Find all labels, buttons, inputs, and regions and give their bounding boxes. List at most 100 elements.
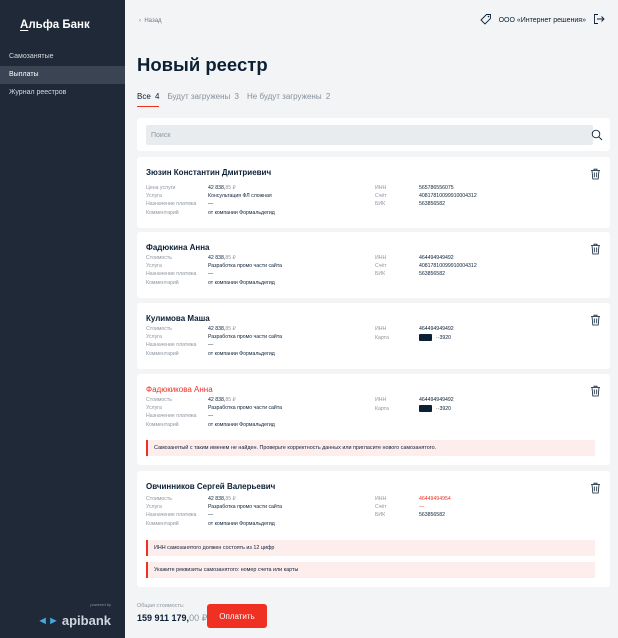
field-row: Карта ··3920 [375, 334, 454, 342]
field-label: Стоимость [146, 326, 172, 332]
tab-wont-load[interactable]: Не будут загружены 2 [247, 92, 330, 107]
account-value: 40817810099910004312 [419, 193, 477, 200]
field-row: Стоимость 42 838,85 ₽ [146, 254, 282, 262]
field-label: Комментарий [146, 350, 179, 357]
sidebar-item-registry-journal[interactable]: Журнал реестров [0, 84, 125, 102]
amount-kop: 85 ₽ [225, 326, 236, 332]
error-message: Самозанятый с таким именем не найден. Пр… [146, 440, 595, 456]
field-value: Разработка промо части сайта [208, 263, 283, 270]
tag-icon[interactable] [479, 13, 492, 27]
field-label: Назначение платежа [146, 201, 197, 208]
field-label: БИК [375, 512, 386, 519]
search-icon[interactable] [591, 128, 603, 146]
amount-value: 42 838,85 ₽ [208, 184, 236, 192]
amount-kop: 85 ₽ [225, 185, 236, 191]
card-name: Кулимова Маша [146, 314, 210, 323]
error-message: ИНН самозанятого должен состоять из 12 ц… [146, 540, 595, 556]
amount-main: 42 838, [208, 185, 226, 191]
pay-button[interactable]: Оплатить [207, 604, 267, 628]
field-label: Комментарий [146, 520, 179, 527]
inn-value: 46449494954 [419, 496, 451, 502]
card-name: Фадюкикова Анна [146, 385, 213, 394]
account-value: — [419, 504, 425, 511]
sidebar-item-payments[interactable]: Выплаты [0, 66, 125, 84]
field-value: от компании Формальдегид [208, 421, 275, 428]
bik-value: 563856582 [419, 271, 445, 278]
logout-icon[interactable] [593, 13, 605, 27]
sidebar-item-self-employed[interactable]: Самозанятые [0, 48, 125, 66]
field-label: БИК [375, 271, 386, 278]
field-label: ИНН [375, 185, 387, 191]
field-row: БИК 563856582 [375, 270, 477, 278]
field-row: ИНН 464494949492 [375, 325, 454, 333]
field-row: Назначение платежа — [146, 200, 275, 208]
field-row: Комментарий от компании Формальдегид [146, 209, 275, 217]
trash-icon[interactable] [590, 313, 601, 331]
tab-count: 4 [155, 92, 160, 101]
payment-fields: Цена услуги 42 838,85 ₽ Услуга Консультаци… [146, 184, 275, 217]
field-label: Услуга [146, 193, 162, 200]
field-label: Стоимость [146, 397, 172, 403]
field-row: Назначение платежа — [146, 511, 282, 519]
tab-label: Не будут загружены [247, 92, 322, 101]
field-label: Карта [375, 335, 389, 342]
registry-card-error: Овчинников Сергей Валерьевич Стоимость 42… [137, 471, 610, 587]
field-label: Услуга [146, 334, 162, 341]
amount-kop: 85 ₽ [225, 255, 236, 261]
field-value: — [208, 512, 214, 519]
field-row: Счёт 40817810099910004312 [375, 192, 477, 200]
field-label: Счёт [375, 504, 387, 511]
card-name: Зюзин Константин Дмитриевич [146, 168, 272, 177]
header-actions: ООО «Интернет решения» [479, 13, 605, 27]
total-label: Общая стоимость: [137, 603, 185, 609]
field-value: от компании Формальдегид [208, 279, 275, 286]
field-label: Назначение платежа [146, 342, 197, 349]
field-label: Комментарий [146, 421, 179, 428]
field-label: БИК [375, 201, 386, 208]
tab-all[interactable]: Все 4 [137, 92, 160, 107]
field-row: Цена услуги 42 838,85 ₽ [146, 184, 275, 192]
field-row: Комментарий от компании Формальдегид [146, 279, 282, 287]
requisites-fields: ИНН 464494949492 Карта ··3920 [375, 325, 454, 342]
card-name: Фадюкина Анна [146, 243, 210, 252]
search-input[interactable] [146, 125, 593, 145]
trash-icon[interactable] [590, 384, 601, 402]
field-row: Комментарий от компании Формальдегид [146, 350, 282, 358]
company-name[interactable]: ООО «Интернет решения» [499, 17, 586, 24]
field-label: Счёт [375, 263, 387, 270]
field-row: Счёт — [375, 503, 451, 511]
amount-value: 42 838,85 ₽ [208, 325, 236, 333]
field-label: Услуга [146, 504, 162, 511]
trash-icon[interactable] [590, 242, 601, 260]
field-label: ИНН [375, 496, 387, 502]
trash-icon[interactable] [590, 481, 601, 499]
field-value: Разработка промо части сайта [208, 504, 283, 511]
back-link[interactable]: ‹ Назад [139, 18, 162, 24]
field-row: ИНН 464494949492 [375, 396, 454, 404]
field-value: — [208, 413, 214, 420]
field-label: ИНН [375, 255, 387, 261]
field-row: ИНН 46449494954 [375, 495, 451, 503]
tab-will-load[interactable]: Будут загружены 3 [167, 92, 239, 107]
amount-main: 42 838, [208, 255, 226, 261]
field-value: — [208, 201, 214, 208]
field-value: от компании Формальдегид [208, 209, 275, 216]
field-value: Разработка промо части сайта [208, 405, 283, 412]
amount-main: 42 838, [208, 496, 226, 502]
field-row: Счёт 40817810099910004312 [375, 262, 477, 270]
page-title: Новый реестр [137, 54, 268, 75]
tab-label: Будут загружены [167, 92, 231, 101]
alfa-bank-logo[interactable]: Альфа Банк [20, 19, 90, 31]
field-row: Комментарий от компании Формальдегид [146, 421, 282, 429]
apibank-logo: ◄► apibank [37, 613, 111, 628]
requisites-fields: ИНН 46449494954 Счёт — БИК 563856582 [375, 495, 451, 520]
field-value: Разработка промо части сайта [208, 334, 283, 341]
field-label: Комментарий [146, 209, 179, 216]
tab-count: 2 [325, 92, 331, 101]
trash-icon[interactable] [590, 167, 601, 185]
bank-card-icon [419, 405, 432, 413]
field-row: ИНН 565786556075 [375, 184, 477, 192]
tabs: Все 4 Будут загружены 3 Не будут загруже… [137, 92, 330, 107]
field-row: Стоимость 42 838,85 ₽ [146, 495, 282, 503]
requisites-fields: ИНН 464494949492 Карта ··3920 [375, 396, 454, 413]
